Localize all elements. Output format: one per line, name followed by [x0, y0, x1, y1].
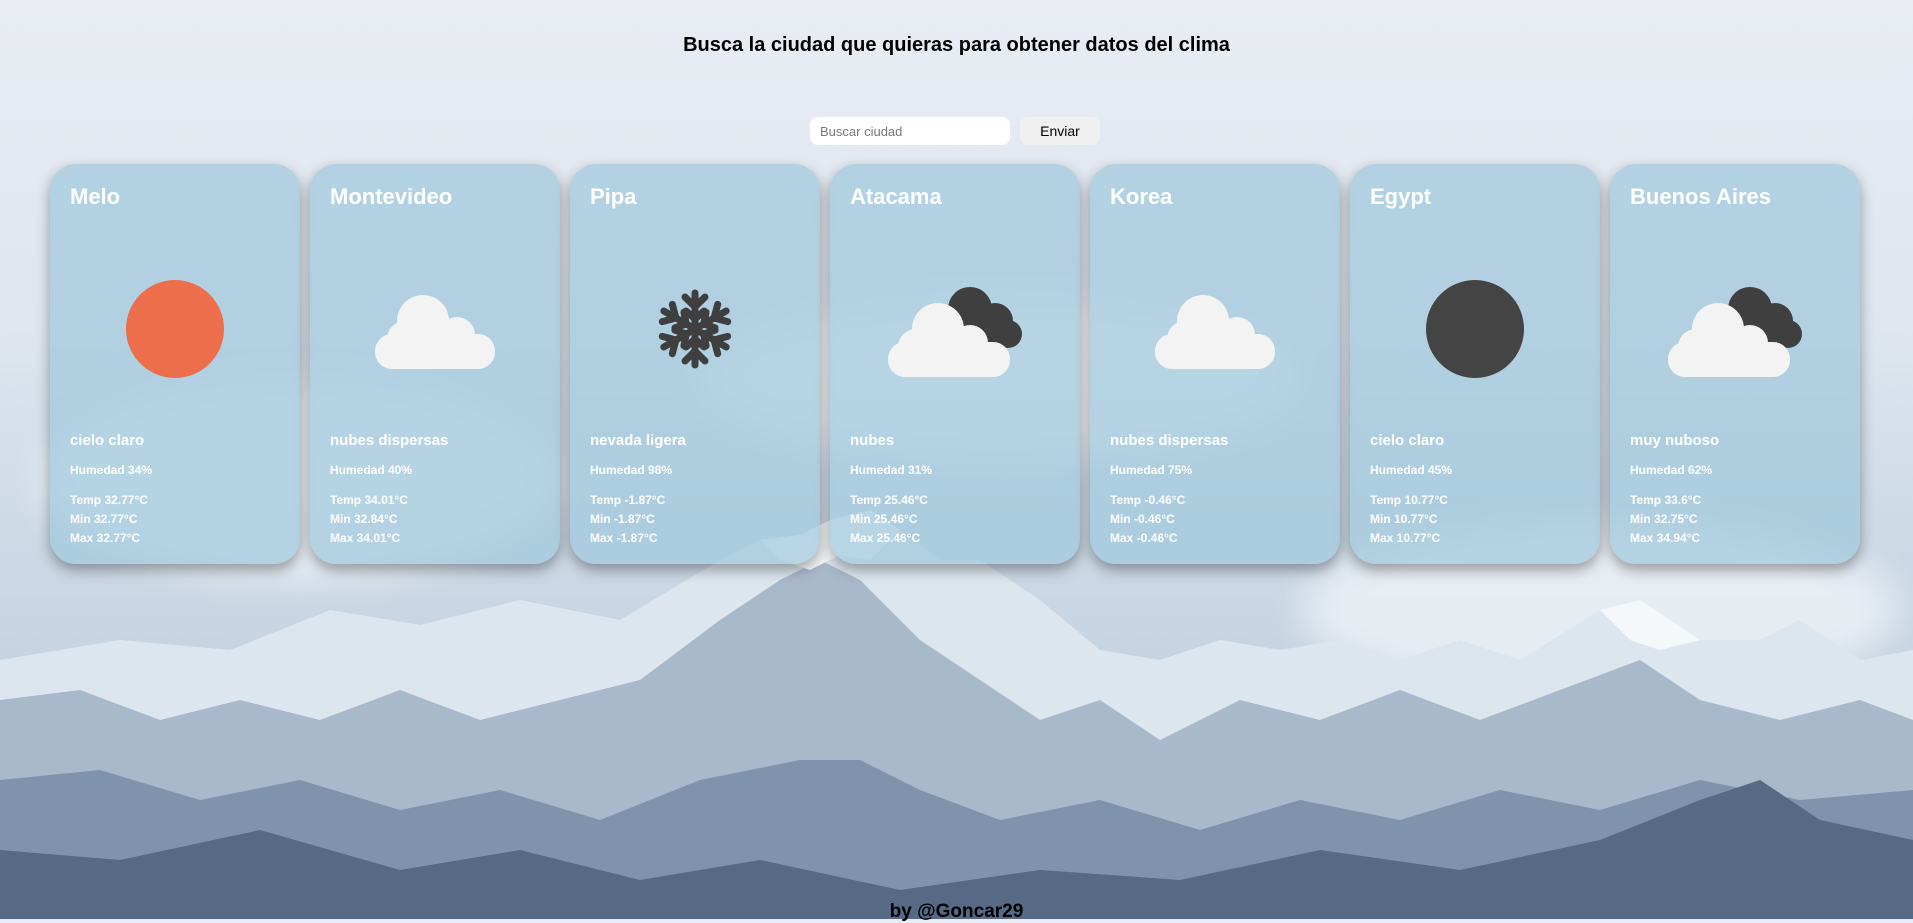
temperature-min: Min 32.84°C [330, 512, 398, 526]
temperature-min: Min 25.46°C [850, 512, 918, 526]
city-name: Montevideo [330, 184, 453, 209]
humidity: Humedad 40% [330, 463, 413, 477]
temperature: Temp 33.6°C [1630, 493, 1702, 507]
send-button[interactable]: Enviar [1020, 117, 1100, 145]
weather-card: Egypt cielo claro Humedad 45% Temp 10.77… [1350, 164, 1600, 564]
city-name: Buenos Aires [1630, 184, 1772, 209]
weather-card: Pipa nevada ligera Humedad 98% Temp -1.8… [570, 164, 820, 564]
temperature: Temp 10.77°C [1370, 493, 1448, 507]
temperature: Temp 25.46°C [850, 493, 928, 507]
weather-description: nubes dispersas [330, 432, 449, 449]
temperature-min: Min -0.46°C [1110, 512, 1175, 526]
sun-icon [126, 280, 224, 378]
weather-description: nevada ligera [590, 432, 686, 449]
page-title: Busca la ciudad que quieras para obtener… [683, 34, 1230, 56]
city-name: Korea [1110, 184, 1173, 209]
search-input[interactable] [810, 117, 1010, 145]
temperature-min: Min -1.87°C [590, 512, 655, 526]
cloud-icon [375, 295, 495, 369]
humidity: Humedad 31% [850, 463, 933, 477]
footer-credit: by @Goncar29 [889, 901, 1024, 922]
weather-description: cielo claro [1370, 432, 1445, 449]
temperature-max: Max -0.46°C [1110, 531, 1178, 545]
city-name: Melo [70, 184, 121, 209]
temperature-max: Max -1.87°C [590, 531, 658, 545]
humidity: Humedad 62% [1630, 463, 1713, 477]
weather-description: cielo claro [70, 432, 145, 449]
temperature-min: Min 32.77°C [70, 512, 138, 526]
temperature-max: Max 32.77°C [70, 531, 141, 545]
temperature-max: Max 34.94°C [1630, 531, 1701, 545]
city-name: Atacama [850, 184, 942, 209]
clouds-dark-icon [1668, 287, 1802, 377]
temperature: Temp -0.46°C [1110, 493, 1186, 507]
temperature: Temp 34.01°C [330, 493, 408, 507]
weather-description: nubes [850, 432, 895, 449]
temperature-max: Max 34.01°C [330, 531, 401, 545]
clouds-dark-icon [888, 287, 1022, 377]
weather-card: Montevideo nubes dispersas Humedad 40% T… [310, 164, 560, 564]
cloud-icon [1155, 295, 1275, 369]
humidity: Humedad 34% [70, 463, 153, 477]
weather-description: nubes dispersas [1110, 432, 1229, 449]
weather-cards: Melo cielo claro Humedad 34% Temp 32.77°… [50, 164, 1860, 564]
weather-card: Melo cielo claro Humedad 34% Temp 32.77°… [50, 164, 300, 564]
temperature-min: Min 10.77°C [1370, 512, 1438, 526]
humidity: Humedad 45% [1370, 463, 1453, 477]
weather-card: Atacama nubes Humedad 31% Temp 25.46°C M… [830, 164, 1080, 564]
temperature: Temp 32.77°C [70, 493, 148, 507]
moon-icon [1426, 280, 1524, 378]
weather-card: Buenos Aires muy nuboso Humedad 62% Temp… [1610, 164, 1860, 564]
humidity: Humedad 98% [590, 463, 673, 477]
temperature-max: Max 10.77°C [1370, 531, 1441, 545]
humidity: Humedad 75% [1110, 463, 1193, 477]
city-name: Pipa [590, 184, 637, 209]
snowflake-icon [650, 289, 740, 374]
temperature-min: Min 32.75°C [1630, 512, 1698, 526]
weather-description: muy nuboso [1630, 432, 1720, 449]
temperature-max: Max 25.46°C [850, 531, 921, 545]
city-name: Egypt [1370, 184, 1432, 209]
search-form: Enviar [810, 117, 1100, 145]
weather-card: Korea nubes dispersas Humedad 75% Temp -… [1090, 164, 1340, 564]
temperature: Temp -1.87°C [590, 493, 666, 507]
